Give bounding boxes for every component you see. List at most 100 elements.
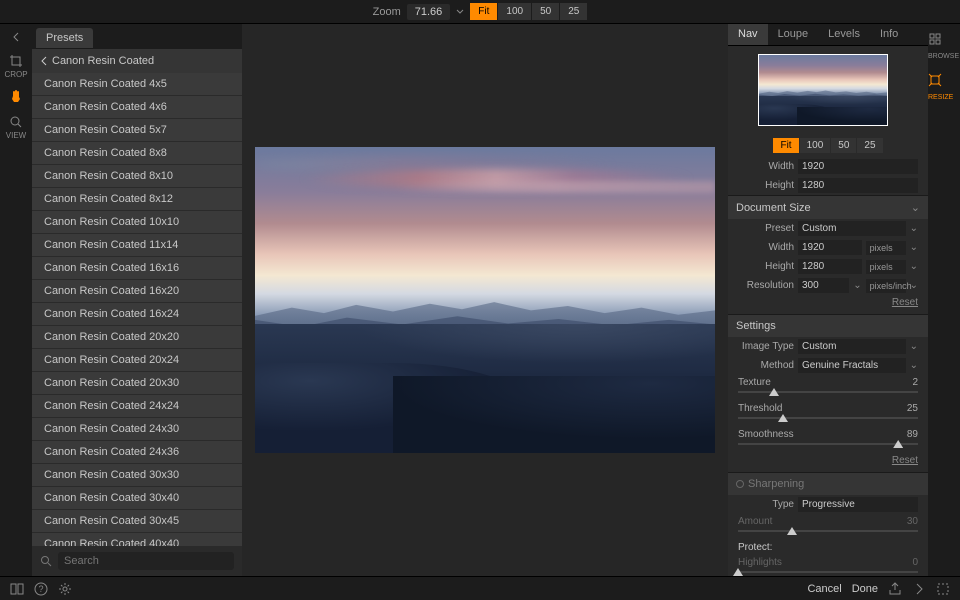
preset-item[interactable]: Canon Resin Coated 30x40 [32, 487, 242, 510]
preset-item[interactable]: Canon Resin Coated 8x12 [32, 188, 242, 211]
threshold-slider[interactable] [738, 417, 918, 419]
zoom-50-button[interactable]: 50 [532, 3, 559, 20]
preset-item[interactable]: Canon Resin Coated 40x40 [32, 533, 242, 546]
tab-loupe[interactable]: Loupe [768, 24, 819, 45]
amount-slider[interactable] [738, 530, 918, 532]
zoom-25-button[interactable]: 25 [560, 3, 587, 20]
presets-category-header[interactable]: Canon Resin Coated [32, 49, 242, 73]
nav-zoom-buttons: Fit 100 50 25 [728, 134, 928, 157]
preset-item[interactable]: Canon Resin Coated 4x5 [32, 73, 242, 96]
bottom-bar: ? Cancel Done [0, 576, 960, 600]
cancel-button[interactable]: Cancel [807, 583, 841, 595]
chevron-down-icon[interactable] [456, 8, 464, 16]
zoom-label: Zoom [373, 6, 401, 18]
tab-nav[interactable]: Nav [728, 24, 768, 45]
chevron-down-icon[interactable]: ⌄ [910, 280, 918, 291]
top-toolbar: Zoom 71.66 Fit 100 50 25 [0, 0, 960, 24]
texture-slider[interactable] [738, 391, 918, 393]
chevron-down-icon[interactable]: ⌄ [910, 360, 918, 371]
nav-zoom-50[interactable]: 50 [831, 138, 856, 153]
preset-item[interactable]: Canon Resin Coated 20x24 [32, 349, 242, 372]
resize-tool[interactable]: RESIZE [928, 73, 960, 102]
preset-item[interactable]: Canon Resin Coated 8x10 [32, 165, 242, 188]
preset-item[interactable]: Canon Resin Coated 30x45 [32, 510, 242, 533]
navigator-thumbnail[interactable] [758, 54, 888, 126]
threshold-value: 25 [907, 403, 918, 414]
smoothness-label: Smoothness [738, 429, 794, 440]
preset-item[interactable]: Canon Resin Coated 10x10 [32, 211, 242, 234]
preset-item[interactable]: Canon Resin Coated 16x20 [32, 280, 242, 303]
highlights-slider[interactable] [738, 571, 918, 573]
svg-text:?: ? [38, 584, 43, 594]
doc-height-input[interactable]: 1280 [798, 259, 862, 274]
chevron-right-icon[interactable] [912, 582, 926, 596]
doc-size-reset[interactable]: Reset [728, 295, 928, 314]
browse-tool[interactable]: BROWSE [928, 32, 960, 61]
help-icon[interactable]: ? [34, 582, 48, 596]
presets-tab[interactable]: Presets [36, 28, 93, 49]
preset-select[interactable]: Custom [798, 221, 906, 236]
preset-item[interactable]: Canon Resin Coated 4x6 [32, 96, 242, 119]
height-unit-select[interactable]: pixels [866, 260, 906, 274]
preset-item[interactable]: Canon Resin Coated 24x30 [32, 418, 242, 441]
tab-levels[interactable]: Levels [818, 24, 870, 45]
width-unit-select[interactable]: pixels [866, 241, 906, 255]
zoom-value[interactable]: 71.66 [407, 4, 451, 20]
height-label: Height [738, 180, 794, 191]
chevron-down-icon[interactable]: ⌄ [910, 341, 918, 352]
settings-reset[interactable]: Reset [728, 453, 928, 472]
gear-icon[interactable] [58, 582, 72, 596]
protect-label: Protect: [738, 542, 772, 553]
canvas[interactable] [242, 24, 728, 576]
width-label: Width [738, 161, 794, 172]
imgtype-select[interactable]: Custom [798, 339, 906, 354]
view-tool[interactable]: VIEW [6, 115, 26, 140]
tab-info[interactable]: Info [870, 24, 908, 45]
chevron-down-icon[interactable]: ⌄ [910, 242, 918, 253]
search-input[interactable] [58, 552, 234, 570]
sharp-type-select[interactable]: Progressive [798, 497, 918, 512]
nav-zoom-100[interactable]: 100 [800, 138, 831, 153]
share-icon[interactable] [888, 582, 902, 596]
right-panel-scroll[interactable]: Width1920 Height1280 Document Size⌄ Pres… [728, 157, 928, 576]
settings-header[interactable]: Settings [728, 314, 928, 337]
smoothness-slider[interactable] [738, 443, 918, 445]
preset-item[interactable]: Canon Resin Coated 30x30 [32, 464, 242, 487]
preset-item[interactable]: Canon Resin Coated 16x24 [32, 303, 242, 326]
preset-item[interactable]: Canon Resin Coated 20x30 [32, 372, 242, 395]
preset-item[interactable]: Canon Resin Coated 24x36 [32, 441, 242, 464]
preset-item[interactable]: Canon Resin Coated 11x14 [32, 234, 242, 257]
image-preview [255, 147, 715, 453]
zoom-100-button[interactable]: 100 [498, 3, 531, 20]
chevron-down-icon[interactable]: ⌄ [910, 223, 918, 234]
height-value[interactable]: 1280 [798, 178, 918, 193]
preset-item[interactable]: Canon Resin Coated 20x20 [32, 326, 242, 349]
chevron-down-icon[interactable]: ⌄ [910, 261, 918, 272]
zoom-fit-button[interactable]: Fit [470, 3, 497, 20]
nav-zoom-fit[interactable]: Fit [773, 138, 798, 153]
chevron-down-icon[interactable]: ⌄ [853, 280, 861, 291]
presets-list[interactable]: Canon Resin Coated 4x5Canon Resin Coated… [32, 73, 242, 546]
preset-item[interactable]: Canon Resin Coated 24x24 [32, 395, 242, 418]
collapse-button[interactable] [11, 32, 21, 44]
doc-width-input[interactable]: 1920 [798, 240, 862, 255]
resolution-input[interactable]: 300 [798, 278, 849, 293]
preset-item[interactable]: Canon Resin Coated 5x7 [32, 119, 242, 142]
preset-item[interactable]: Canon Resin Coated 8x8 [32, 142, 242, 165]
preset-item[interactable]: Canon Resin Coated 16x16 [32, 257, 242, 280]
texture-value: 2 [912, 377, 918, 388]
method-select[interactable]: Genuine Fractals [798, 358, 906, 373]
nav-zoom-25[interactable]: 25 [857, 138, 882, 153]
toggle-icon[interactable] [736, 480, 744, 488]
texture-label: Texture [738, 377, 771, 388]
document-size-header[interactable]: Document Size⌄ [728, 195, 928, 219]
crop-tool[interactable]: CROP [4, 54, 27, 79]
sharpening-header[interactable]: Sharpening [728, 472, 928, 495]
dual-view-icon[interactable] [10, 582, 24, 596]
hand-tool[interactable] [9, 89, 23, 105]
res-unit-select[interactable]: pixels/inch [866, 279, 906, 293]
done-button[interactable]: Done [852, 583, 878, 595]
chevron-down-icon: ⌄ [911, 201, 920, 214]
width-value[interactable]: 1920 [798, 159, 918, 174]
expand-icon[interactable] [936, 582, 950, 596]
